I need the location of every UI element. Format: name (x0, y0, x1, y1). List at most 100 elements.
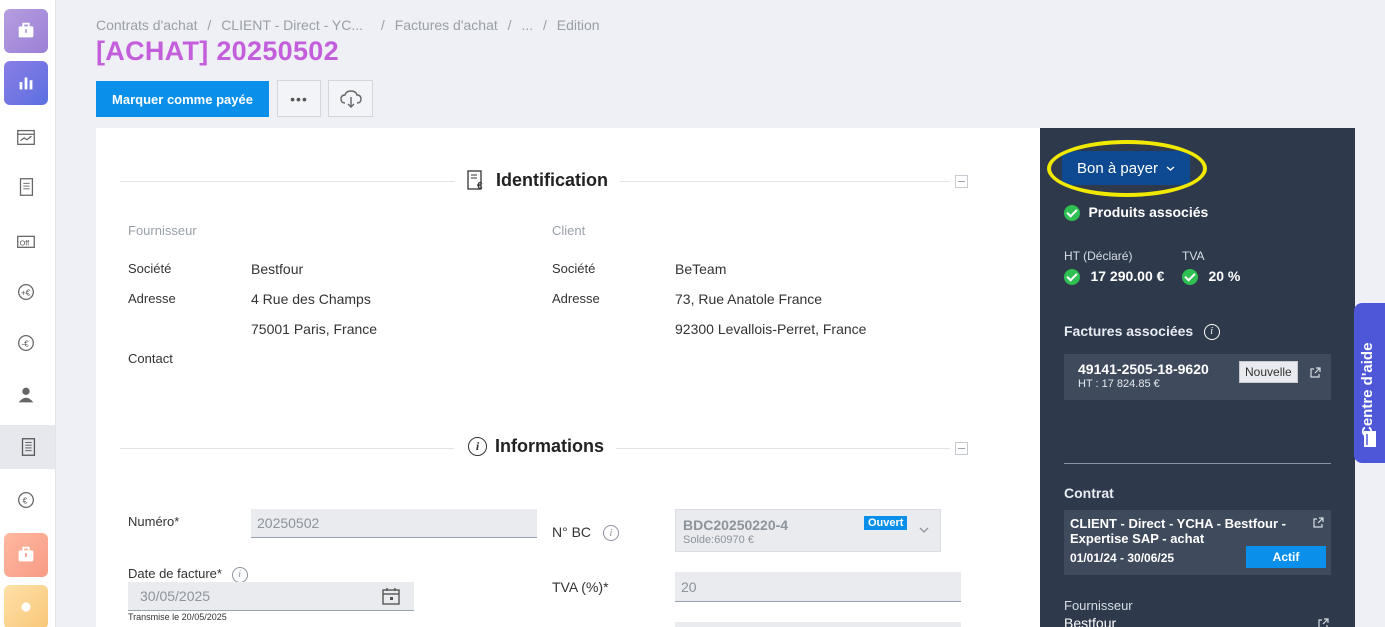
client-company-label: Société (552, 261, 596, 276)
rail-documents-button[interactable] (4, 165, 48, 209)
rail-briefcase2-button[interactable] (4, 533, 48, 577)
help-center-tab[interactable]: Centre d'aide (1354, 303, 1385, 463)
date-transmission-note: Transmise le 20/05/2025 (128, 612, 227, 622)
contrat-dates: 01/01/24 - 30/06/25 (1070, 551, 1175, 565)
factures-title: Factures associées i (1064, 323, 1220, 341)
euro-cycle-icon: € (18, 492, 34, 508)
info-icon[interactable]: i (1203, 323, 1220, 340)
breadcrumb-ellipsis[interactable]: ... (521, 17, 533, 33)
client-address-line2: 92300 Levallois-Perret, France (675, 321, 867, 337)
divider (616, 448, 950, 449)
invoice-icon (21, 438, 35, 456)
informations-section-header: i Informations (120, 436, 970, 460)
facture-status-badge: Nouvelle (1239, 361, 1298, 383)
supplier-address-line2: 75001 Paris, France (251, 321, 378, 337)
briefcase-icon (18, 22, 34, 38)
help-center-label: Centre d'aide (1359, 342, 1376, 437)
collapse-informations-button[interactable] (955, 442, 968, 455)
supplier-address-label: Adresse (128, 291, 176, 306)
rail-briefcase-button[interactable] (4, 9, 48, 53)
client-company-value: BeTeam (675, 261, 727, 277)
facture-number: 49141-2505-18-9620 (1078, 361, 1209, 377)
supplier-address-line1: 4 Rue des Champs (251, 291, 371, 307)
contrat-status-badge: Actif (1246, 546, 1326, 568)
next-field-input[interactable] (675, 622, 961, 627)
breadcrumb-factures[interactable]: Factures d'achat (395, 17, 498, 33)
collapse-identification-button[interactable] (955, 175, 968, 188)
tva-label-panel: TVA (1182, 249, 1205, 263)
bc-label: N° BC i (552, 524, 619, 542)
produits-associes-row: Produits associés (1064, 204, 1208, 222)
tva-input[interactable]: 20 (675, 572, 961, 602)
book-icon (1364, 431, 1376, 447)
svg-text:+€: +€ (21, 289, 31, 298)
mark-paid-button[interactable]: Marquer comme payée (96, 81, 269, 117)
svg-text:-€: -€ (21, 340, 29, 349)
left-rail: Off +€ -€ € (0, 0, 56, 627)
rail-off-button[interactable]: Off (4, 218, 48, 262)
breadcrumb-separator: / (380, 17, 385, 33)
svg-text:€: € (23, 497, 28, 506)
divider (120, 448, 454, 449)
bc-status-badge: Ouvert (864, 516, 908, 530)
breadcrumb-edition: Edition (556, 17, 600, 33)
rail-stats-button[interactable] (4, 61, 48, 105)
supplier-contact-label: Contact (128, 351, 173, 366)
divider (120, 181, 455, 182)
info-icon[interactable]: i (231, 566, 248, 583)
rail-expense-button[interactable]: -€ (4, 321, 48, 365)
info-icon[interactable]: i (602, 525, 619, 542)
highlight-annotation (1047, 140, 1207, 197)
numero-input[interactable]: 20250502 (251, 509, 537, 538)
invoice-status-panel: Bon à payer Produits associés HT (Déclar… (1040, 128, 1355, 627)
off-calendar-icon: Off (17, 235, 35, 248)
date-label: Date de facture* i (128, 566, 248, 583)
tva-label: TVA (%)* (552, 579, 609, 595)
invoice-form-card: € Identification Fournisseur Société Bes… (96, 128, 1040, 627)
breadcrumb-client[interactable]: CLIENT - Direct - YC... (221, 17, 363, 33)
cloud-download-icon (339, 89, 362, 108)
bc-solde: Solde:60970 € (683, 534, 754, 546)
supplier-heading: Fournisseur (128, 223, 197, 238)
facture-card[interactable]: 49141-2505-18-9620 HT : 17 824.85 € Nouv… (1064, 354, 1331, 400)
numero-label: Numéro* (128, 514, 180, 529)
rail-search-button[interactable] (4, 585, 48, 627)
date-input[interactable]: 30/05/2025 (128, 582, 414, 611)
contrat-title: Contrat (1064, 485, 1114, 501)
invoice-euro-icon: € (467, 170, 483, 191)
fournisseur-title: Fournisseur (1064, 598, 1133, 613)
external-link-icon[interactable] (1317, 618, 1329, 627)
informations-title: i Informations (468, 436, 604, 457)
rail-invoices-button[interactable] (0, 425, 55, 469)
rail-user-button[interactable] (4, 373, 48, 417)
ht-row: 17 290.00 € (1064, 268, 1164, 286)
svg-text:Off: Off (20, 239, 31, 248)
bar-chart-icon (19, 77, 33, 90)
breadcrumb-separator: / (207, 17, 212, 33)
bc-select[interactable]: BDC20250220-4 Solde:60970 € Ouvert (675, 509, 941, 552)
check-icon (1064, 204, 1080, 221)
user-icon (18, 387, 34, 403)
rail-planning-button[interactable] (4, 115, 48, 159)
rail-income-button[interactable]: +€ (4, 270, 48, 314)
svg-text:€: € (477, 181, 483, 191)
external-link-icon[interactable] (1312, 517, 1324, 529)
search-user-icon (21, 602, 31, 612)
breadcrumb-contrats[interactable]: Contrats d'achat (96, 17, 198, 33)
more-icon: ••• (290, 90, 308, 107)
supplier-company-value: Bestfour (251, 261, 304, 277)
more-actions-button[interactable]: ••• (277, 80, 321, 117)
download-button[interactable] (328, 80, 373, 117)
contrat-name: CLIENT - Direct - YCHA - Bestfour - Expe… (1070, 516, 1286, 546)
calendar-icon[interactable] (381, 586, 401, 606)
external-link-icon[interactable] (1309, 367, 1321, 379)
rail-payments-button[interactable]: € (4, 478, 48, 522)
euro-plus-icon: +€ (18, 284, 34, 300)
page-title: [ACHAT] 20250502 (96, 36, 339, 66)
facture-ht: HT : 17 824.85 € (1078, 378, 1160, 390)
info-icon: i (468, 437, 487, 456)
chevron-down-icon (919, 527, 929, 533)
contrat-card[interactable]: CLIENT - Direct - YCHA - Bestfour - Expe… (1064, 510, 1331, 575)
breadcrumb-separator: / (507, 17, 512, 33)
fournisseur-value: Bestfour (1064, 615, 1117, 627)
